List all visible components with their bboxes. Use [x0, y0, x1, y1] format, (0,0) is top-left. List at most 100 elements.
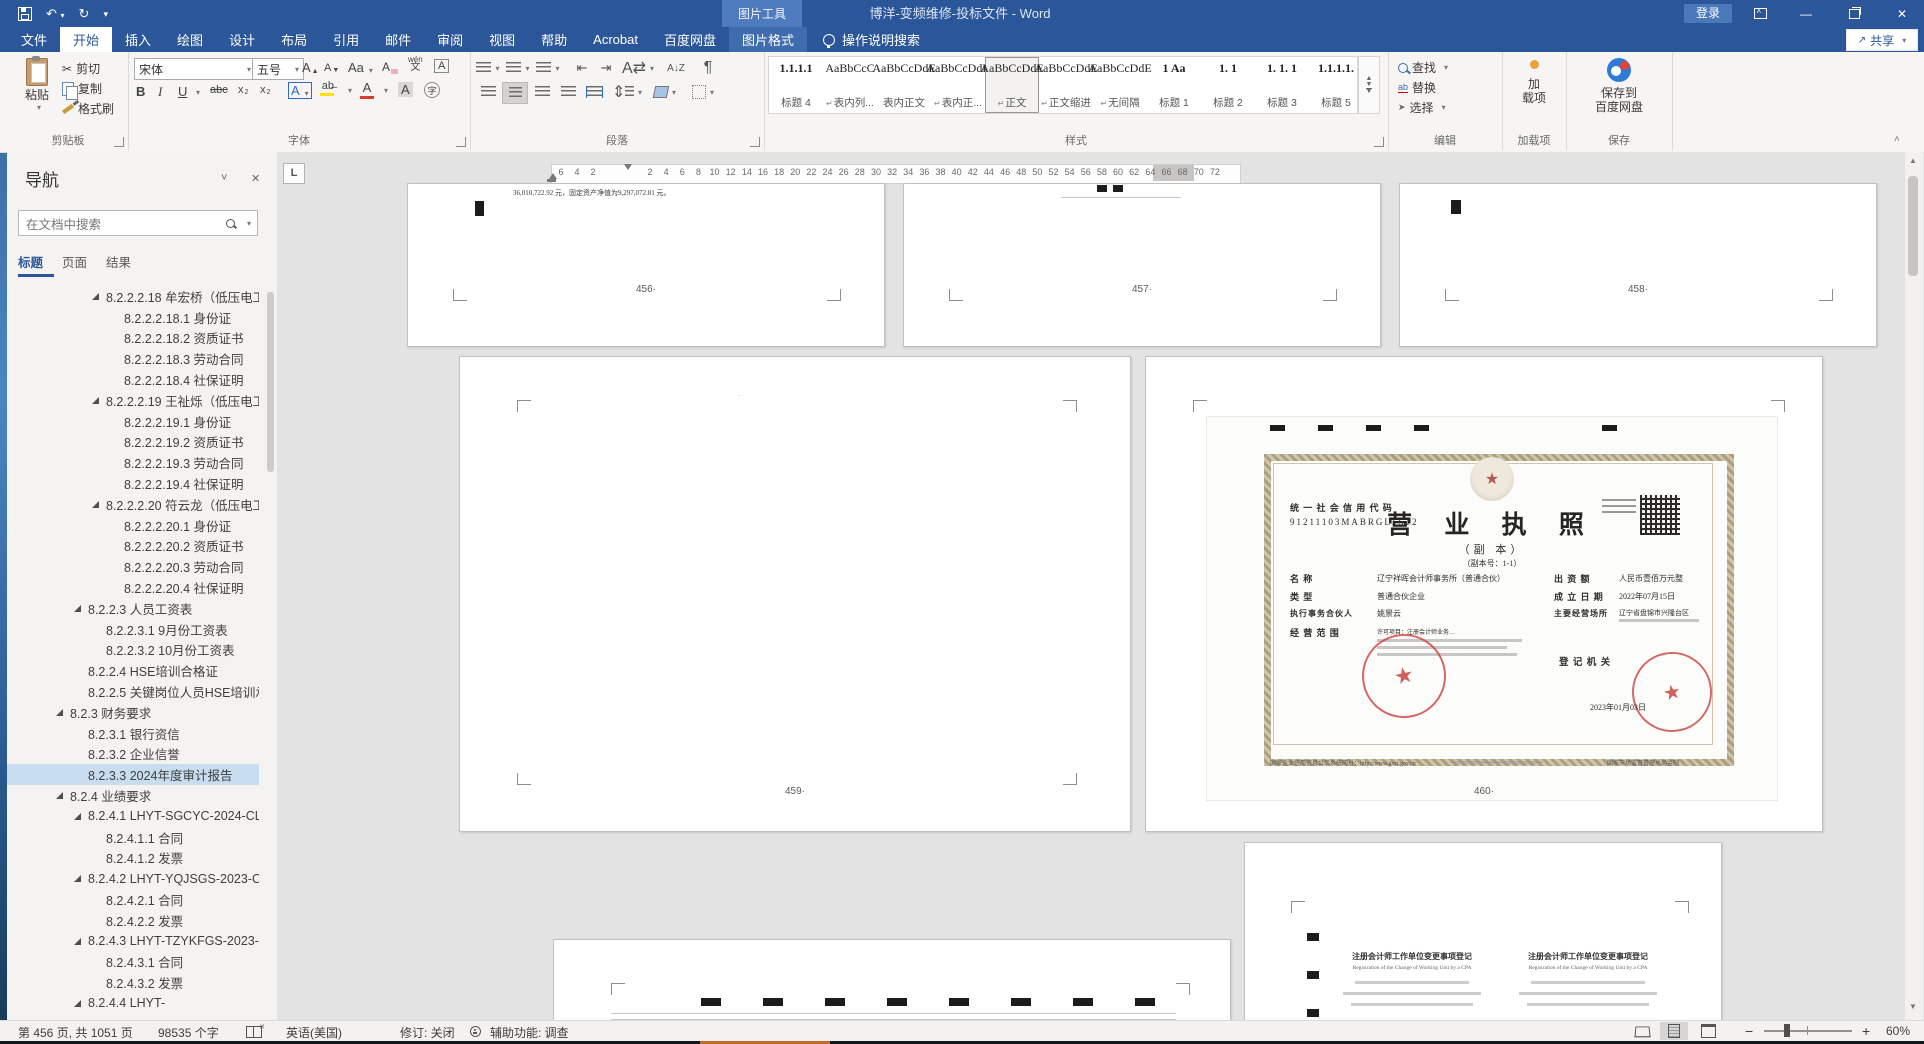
nav-heading-item[interactable]: 8.2.2.2.18.1 身份证 — [7, 307, 259, 328]
ribbon-tab-开始[interactable]: 开始 — [60, 27, 113, 52]
ribbon-tab-Acrobat[interactable]: Acrobat — [580, 27, 651, 52]
bullets-button[interactable]: ▾ — [476, 58, 500, 78]
shrink-font-button[interactable]: A ▼ — [324, 62, 339, 74]
ribbon-tab-设计[interactable]: 设计 — [216, 27, 268, 52]
language-indicator[interactable]: 英语(美国) — [286, 1024, 342, 1041]
character-shading-button[interactable]: A — [398, 82, 413, 97]
change-case-button[interactable]: Aa ▾ — [348, 60, 373, 75]
expand-triangle-icon[interactable] — [56, 792, 63, 800]
numbering-button[interactable]: ▾ — [506, 58, 530, 78]
scrollbar-thumb[interactable] — [1908, 176, 1918, 276]
ribbon-tab-邮件[interactable]: 邮件 — [372, 27, 424, 52]
enclose-characters-button[interactable]: 字 — [424, 82, 440, 98]
scroll-down-arrow[interactable]: ▼ — [1909, 1002, 1917, 1011]
nav-heading-item[interactable]: 8.2.2.2.18 牟宏桥（低压电工） — [7, 286, 259, 307]
style-item-表内正文[interactable]: AaBbCcDdE 表内正文 — [872, 57, 935, 113]
page-458[interactable]: 458· — [1399, 183, 1877, 347]
find-button[interactable]: 查找 ▾ — [1398, 59, 1448, 76]
nav-tab-页面[interactable]: 页面 — [62, 252, 87, 271]
save-to-baidu-button[interactable]: 保存到 百度网盘 — [1584, 58, 1654, 114]
undo-button[interactable]: ↶ ▾ — [46, 6, 65, 22]
clipboard-dialog-launcher[interactable] — [114, 137, 124, 147]
align-center-button[interactable] — [502, 82, 528, 104]
expand-triangle-icon[interactable] — [92, 500, 99, 508]
strikethrough-button[interactable]: abc — [210, 84, 228, 96]
align-right-button[interactable] — [530, 82, 554, 102]
ribbon-tab-引用[interactable]: 引用 — [320, 27, 372, 52]
ribbon-tab-文件[interactable]: 文件 — [8, 27, 60, 52]
bold-button[interactable]: B — [136, 84, 145, 99]
nav-heading-item[interactable]: 8.2.4 业绩要求 — [7, 785, 259, 806]
nav-heading-item[interactable]: 8.2.4.3 LHYT-TZYKFGS-2023--CL-4538 — [7, 931, 259, 952]
multilevel-list-button[interactable]: ▾ — [536, 58, 560, 78]
underline-dropdown[interactable]: ▾ — [192, 88, 200, 97]
sign-in-button[interactable]: 登录 — [1684, 4, 1732, 23]
line-spacing-button[interactable]: ⇕ ▾ — [612, 82, 642, 102]
underline-button[interactable]: U — [178, 84, 187, 99]
style-item-标题 2[interactable]: 1. 1 标题 2 — [1201, 57, 1255, 113]
expand-triangle-icon[interactable] — [74, 937, 81, 945]
nav-heading-item[interactable]: 8.2.2.2.20 符云龙（低压电工、防爆... — [7, 494, 259, 515]
nav-heading-item[interactable]: 8.2.2.2.19.1 身份证 — [7, 411, 259, 432]
web-layout-button[interactable] — [1694, 1022, 1722, 1040]
style-item-正文缩进[interactable]: AaBbCcDdE ↵正文缩进 — [1034, 57, 1097, 113]
ribbon-tab-视图[interactable]: 视图 — [476, 27, 528, 52]
show-hide-marks-button[interactable]: ¶ — [696, 58, 720, 78]
nav-heading-item[interactable]: 8.2.3.1 银行资信 — [7, 723, 259, 744]
nav-heading-item[interactable]: 8.2.3.3 2024年度审计报告 — [7, 764, 259, 786]
expand-triangle-icon[interactable] — [74, 812, 81, 820]
first-line-indent-marker[interactable] — [624, 164, 632, 170]
page-462[interactable]: 注册会计师工作单位变更事项登记 Registration of the Chan… — [1244, 842, 1722, 1020]
asian-layout-button[interactable]: A⇄ ▾ — [622, 58, 654, 78]
paste-button[interactable]: 粘贴 ▾ — [16, 56, 58, 112]
style-item-标题 1[interactable]: 1 Aa 标题 1 — [1147, 57, 1201, 113]
zoom-in-icon[interactable]: + — [1862, 1023, 1870, 1039]
font-name-combo[interactable]: 宋体 ▾ — [134, 58, 256, 80]
expand-triangle-icon[interactable] — [92, 292, 99, 300]
nav-heading-item[interactable]: 8.2.2.2.19.3 劳动合同 — [7, 452, 259, 473]
font-size-combo[interactable]: 五号 ▾ — [252, 58, 304, 80]
ribbon-display-options-button[interactable] — [1745, 0, 1775, 27]
nav-heading-item[interactable]: 8.2.2.2.18.3 劳动合同 — [7, 348, 259, 369]
style-item-标题 3[interactable]: 1. 1. 1 标题 3 — [1255, 57, 1309, 113]
expand-triangle-icon[interactable] — [74, 875, 81, 883]
customize-qat-button[interactable]: ▾ — [103, 9, 108, 20]
nav-heading-item[interactable]: 8.2.4.1 LHYT-SGCYC-2024-CL-3466 — [7, 806, 259, 827]
copy-button[interactable]: 复制 — [62, 80, 102, 100]
expand-triangle-icon[interactable] — [74, 604, 81, 612]
expand-triangle-icon[interactable] — [74, 999, 81, 1007]
page-indicator[interactable]: 第 456 页, 共 1051 页 — [18, 1024, 133, 1041]
decrease-indent-button[interactable]: ⇤ — [570, 58, 594, 78]
word-count[interactable]: 98535 个字 — [158, 1024, 219, 1041]
nav-pane-close-icon[interactable]: ✕ — [251, 172, 260, 185]
nav-tab-标题[interactable]: 标题 — [18, 252, 43, 271]
page-456[interactable]: 36,010,722.92 元，固定资产净值为9,297,072.81 元。 4… — [407, 183, 885, 347]
page-457[interactable]: 457· — [903, 183, 1381, 347]
nav-heading-item[interactable]: 8.2.2.5 关键岗位人员HSE培训承诺书 — [7, 681, 259, 702]
subscript-button[interactable]: x2 — [238, 84, 248, 96]
paragraph-dialog-launcher[interactable] — [750, 137, 760, 147]
font-color-button[interactable]: A — [360, 80, 374, 99]
style-item-表内列...[interactable]: AaBbCcC ↵表内列... — [823, 57, 877, 113]
nav-heading-item[interactable]: 8.2.4.2.1 合同 — [7, 889, 259, 910]
align-left-button[interactable] — [476, 82, 500, 102]
ribbon-tab-帮助[interactable]: 帮助 — [528, 27, 580, 52]
nav-heading-item[interactable]: 8.2.3.2 企业信誉 — [7, 744, 259, 765]
nav-tab-结果[interactable]: 结果 — [106, 252, 131, 271]
nav-heading-item[interactable]: 8.2.4.2.2 发票 — [7, 910, 259, 931]
replace-button[interactable]: ab 替换 — [1398, 79, 1436, 96]
tab-selector-button[interactable]: L — [283, 163, 305, 184]
nav-heading-item[interactable]: 8.2.2.3.1 9月份工资表 — [7, 619, 259, 640]
sort-button[interactable]: A↓Z — [662, 58, 690, 78]
shading-button[interactable]: ▾ — [650, 82, 680, 102]
nav-heading-item[interactable]: 8.2.4.3.2 发票 — [7, 972, 259, 993]
text-effects-button[interactable]: A ▾ — [288, 82, 312, 99]
nav-heading-item[interactable]: 8.2.2.3.2 10月份工资表 — [7, 640, 259, 661]
page-459[interactable]: · 459· — [459, 356, 1131, 832]
tell-me-search[interactable]: 操作说明搜索 — [807, 27, 920, 52]
track-changes-indicator[interactable]: 修订: 关闭 — [400, 1024, 455, 1041]
vertical-scrollbar[interactable]: ▲ ▼ — [1904, 152, 1923, 1020]
highlight-dropdown[interactable]: ▾ — [344, 86, 352, 95]
style-item-无间隔[interactable]: AaBbCcDdE ↵无间隔 — [1088, 57, 1151, 113]
style-item-标题 4[interactable]: 1.1.1.1 标题 4 — [769, 57, 823, 113]
